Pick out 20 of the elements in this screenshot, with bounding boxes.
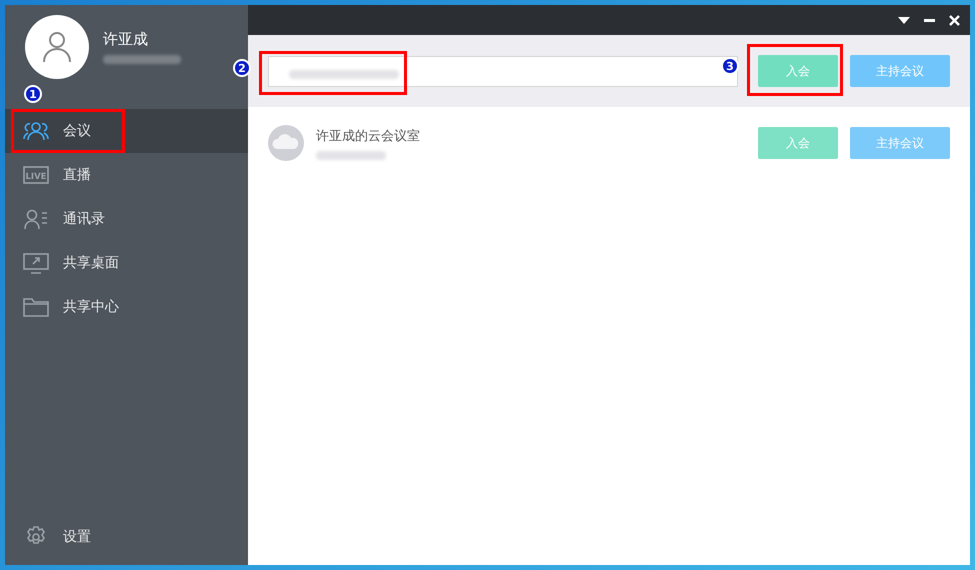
folder-icon bbox=[23, 296, 49, 318]
blurred-room-number bbox=[316, 150, 386, 160]
contacts-icon bbox=[23, 208, 49, 230]
dropdown-icon[interactable] bbox=[898, 16, 910, 24]
user-name: 许亚成 bbox=[103, 30, 149, 49]
nav-item[interactable]: 通讯录 bbox=[5, 197, 248, 241]
people-icon bbox=[23, 120, 49, 142]
nav-item[interactable]: 共享桌面 bbox=[5, 241, 248, 285]
nav-item[interactable]: LIVE 直播 bbox=[5, 153, 248, 197]
input-field[interactable] bbox=[268, 56, 738, 86]
live-badge-icon: LIVE bbox=[23, 164, 49, 186]
settings-item[interactable]: 设置 bbox=[5, 515, 248, 559]
monitor-icon bbox=[23, 252, 49, 274]
minimize-icon[interactable] bbox=[924, 18, 935, 22]
nav-item[interactable]: 会议 bbox=[5, 109, 248, 153]
room-name: 许亚成的云会议室 bbox=[316, 128, 421, 144]
cloud-avatar-icon bbox=[268, 125, 304, 161]
close-icon[interactable] bbox=[949, 14, 960, 26]
person-icon bbox=[42, 31, 72, 63]
nav-item[interactable]: 共享中心 bbox=[5, 285, 248, 329]
